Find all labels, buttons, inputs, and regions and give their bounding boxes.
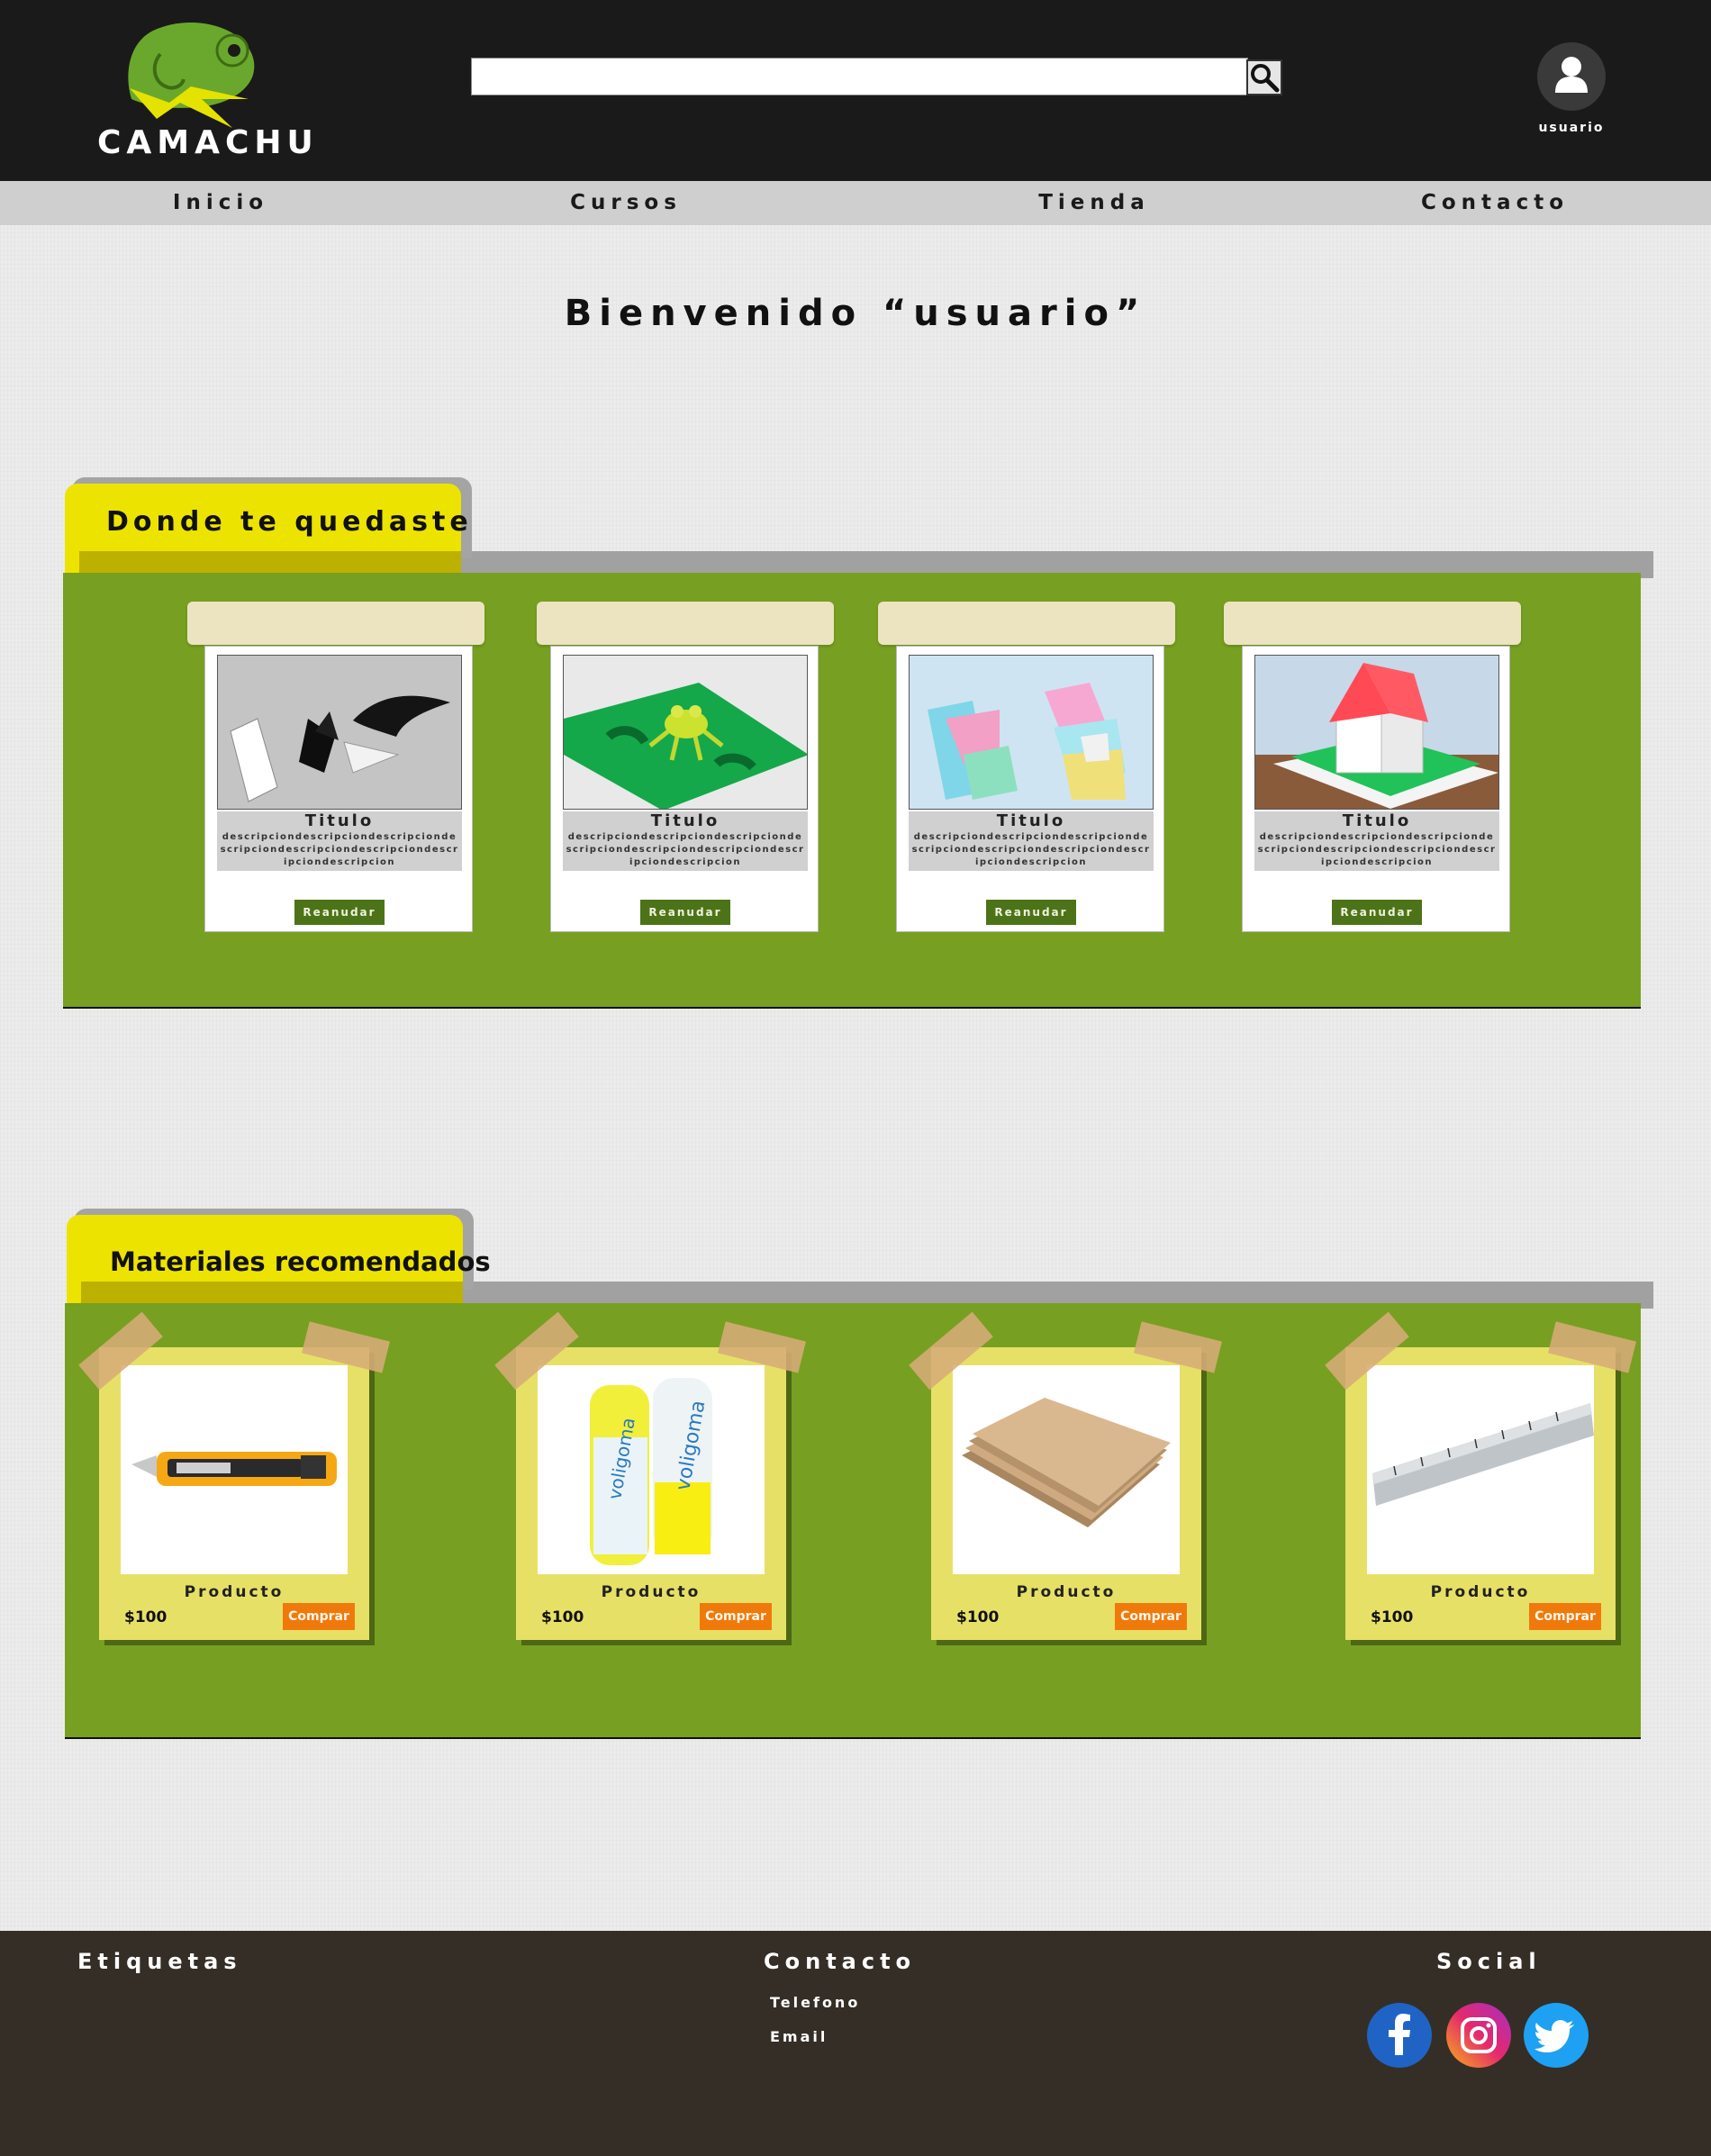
product-price: $100 bbox=[124, 1608, 167, 1626]
nav-item-cursos[interactable]: Cursos bbox=[522, 181, 729, 225]
frog-popup-image bbox=[564, 656, 807, 809]
product-name: Producto bbox=[1016, 1583, 1117, 1601]
course-card: Titulo descripciondescripciondescripcion… bbox=[896, 646, 1164, 932]
course-card: Titulo descripciondescripciondescripcion… bbox=[550, 646, 819, 932]
footer-email-link[interactable]: Email bbox=[770, 2028, 828, 2045]
product-name: Producto bbox=[1430, 1583, 1531, 1601]
product-card: Producto $100 Comprar bbox=[1345, 1347, 1616, 1640]
product-card: voligoma voligoma Producto $100 Comprar bbox=[516, 1347, 786, 1640]
buy-button[interactable]: Comprar bbox=[700, 1603, 772, 1630]
product-image: voligoma voligoma bbox=[538, 1365, 765, 1574]
product-card: Producto $100 Comprar bbox=[99, 1347, 369, 1640]
footer-phone-link[interactable]: Telefono bbox=[770, 1994, 860, 2011]
resume-button[interactable]: Reanudar bbox=[640, 900, 730, 925]
nav-item-tienda[interactable]: Tienda bbox=[1000, 181, 1189, 225]
colorful-popup-image bbox=[910, 656, 1153, 809]
site-footer: Etiquetas Contacto Telefono Email Social bbox=[0, 1931, 1711, 2156]
resume-button[interactable]: Reanudar bbox=[986, 900, 1076, 925]
folder-tab-strip bbox=[79, 551, 461, 573]
product-price: $100 bbox=[956, 1608, 1000, 1626]
course-info: Titulo descripciondescripciondescripcion… bbox=[909, 811, 1154, 871]
product-image bbox=[953, 1365, 1180, 1574]
course-info: Titulo descripciondescripciondescripcion… bbox=[217, 811, 462, 871]
metal-ruler-image bbox=[1372, 1403, 1594, 1506]
course-title: Titulo bbox=[304, 811, 375, 830]
nav-item-contacto[interactable]: Contacto bbox=[1396, 181, 1594, 225]
course-title: Titulo bbox=[1342, 811, 1412, 830]
course-image bbox=[563, 655, 808, 810]
footer-tags-heading: Etiquetas bbox=[77, 1949, 242, 1974]
product-price: $100 bbox=[1371, 1608, 1414, 1626]
course-description: descripciondescripciondescripciondescrip… bbox=[220, 832, 459, 867]
popup-figures-image bbox=[218, 656, 461, 809]
course-card: Titulo descripciondescripciondescripcion… bbox=[1242, 646, 1510, 932]
course-description: descripciondescripciondescripciondescrip… bbox=[566, 832, 805, 867]
chameleon-logo-icon bbox=[128, 22, 255, 128]
resume-button[interactable]: Reanudar bbox=[1332, 900, 1422, 925]
card-tape bbox=[187, 602, 484, 645]
main-nav: Inicio Cursos Tienda Contacto bbox=[0, 181, 1711, 225]
nav-item-inicio[interactable]: Inicio bbox=[126, 181, 315, 225]
course-title: Titulo bbox=[996, 811, 1066, 830]
brand-name: CAMACHU bbox=[97, 124, 319, 161]
product-image bbox=[121, 1365, 348, 1574]
utility-knife-image bbox=[131, 1452, 337, 1486]
product-image bbox=[1367, 1365, 1594, 1574]
card-tape bbox=[1224, 602, 1521, 645]
search-icon bbox=[1251, 64, 1280, 93]
product-card: Producto $100 Comprar bbox=[931, 1347, 1201, 1640]
instagram-icon[interactable] bbox=[1446, 2003, 1511, 2068]
facebook-icon[interactable] bbox=[1367, 2003, 1432, 2068]
footer-social-heading: Social bbox=[1436, 1949, 1542, 1974]
product-price: $100 bbox=[541, 1608, 584, 1626]
house-popup-image bbox=[1255, 656, 1498, 809]
course-description: descripciondescripciondescripciondescrip… bbox=[911, 832, 1151, 867]
site-header: CAMACHU usuario bbox=[0, 0, 1711, 181]
card-tape bbox=[878, 602, 1175, 645]
course-info: Titulo descripciondescripciondescripcion… bbox=[1254, 811, 1499, 871]
course-title: Titulo bbox=[650, 811, 720, 830]
buy-button[interactable]: Comprar bbox=[283, 1603, 355, 1630]
search-box bbox=[471, 58, 1248, 95]
welcome-heading: Bienvenido “usuario” bbox=[564, 293, 1147, 334]
user-avatar[interactable] bbox=[1537, 42, 1606, 111]
course-info: Titulo descripciondescripciondescripcion… bbox=[563, 811, 808, 871]
materials-section-title: Materiales recomendados bbox=[110, 1246, 491, 1277]
course-image bbox=[909, 655, 1154, 810]
user-label: usuario bbox=[1538, 121, 1605, 135]
product-name: Producto bbox=[601, 1583, 702, 1601]
course-image bbox=[217, 655, 462, 810]
buy-button[interactable]: Comprar bbox=[1529, 1603, 1601, 1630]
glue-bottles-image: voligoma voligoma bbox=[590, 1378, 712, 1565]
resume-button[interactable]: Reanudar bbox=[294, 900, 385, 925]
course-card: Titulo descripciondescripciondescripcion… bbox=[204, 646, 473, 932]
course-image bbox=[1254, 655, 1499, 810]
buy-button[interactable]: Comprar bbox=[1115, 1603, 1187, 1630]
footer-contact-heading: Contacto bbox=[764, 1949, 917, 1974]
user-icon bbox=[1555, 57, 1588, 93]
course-description: descripciondescripciondescripciondescrip… bbox=[1257, 832, 1497, 867]
search-button[interactable] bbox=[1246, 59, 1282, 95]
product-name: Producto bbox=[184, 1583, 285, 1601]
twitter-icon[interactable] bbox=[1524, 2003, 1589, 2068]
camachu-logo[interactable]: CAMACHU bbox=[97, 13, 319, 166]
resume-section-title: Donde te quedaste bbox=[106, 506, 473, 538]
folder-tab-strip bbox=[81, 1282, 463, 1303]
search-input[interactable] bbox=[472, 59, 1247, 95]
card-tape bbox=[537, 602, 834, 645]
cardboard-sheets-image bbox=[962, 1398, 1171, 1527]
